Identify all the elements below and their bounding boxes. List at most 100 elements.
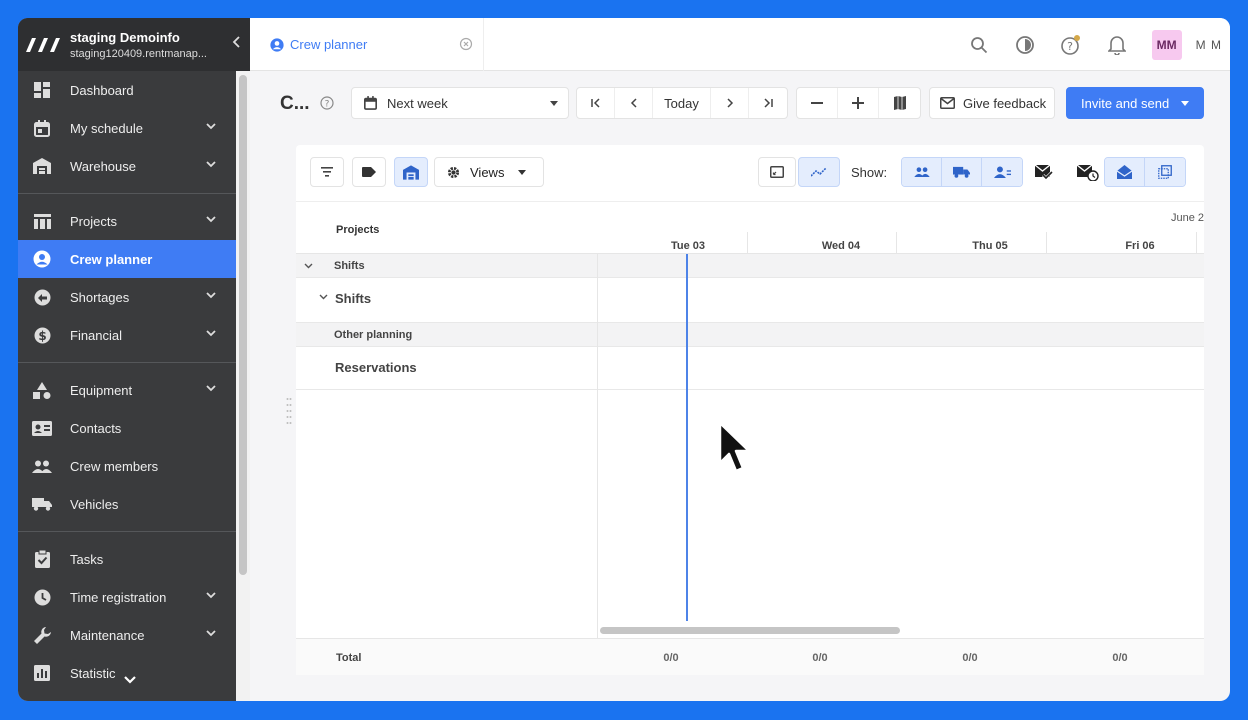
filter-button[interactable] [310,157,344,187]
overlay-toggle[interactable] [1145,158,1185,186]
shortages-icon [32,287,52,307]
sidebar-nav: Dashboard My schedule Warehouse Projects… [18,71,236,692]
give-feedback-label: Give feedback [963,95,1047,111]
show-toggle-group [901,157,1023,187]
group-row-shifts[interactable]: Shifts [296,254,1204,278]
open-mail-toggle[interactable] [1105,158,1145,186]
bell-icon[interactable] [1106,34,1128,56]
scroll-more-chevron-icon[interactable] [122,673,142,693]
invite-and-send-button[interactable]: Invite and send [1066,87,1204,119]
mail-clock-icon[interactable] [1077,163,1099,181]
show-vehicles-toggle[interactable] [942,158,982,186]
warehouse-icon [32,156,52,176]
layers-icon [1158,165,1172,179]
sidebar-item-label: Tasks [70,551,104,567]
warehouse-view-button[interactable] [394,157,428,187]
collapse-sidebar-icon[interactable] [232,35,242,51]
clipboard-check-icon [32,549,52,569]
sidebar-item-crew-members[interactable]: Crew members [18,447,236,485]
sidebar-divider [18,362,236,363]
search-icon[interactable] [968,34,990,56]
organization-name: staging Demoinfo [70,29,180,45]
fit-screen-button[interactable] [758,157,796,187]
show-crew-toggle[interactable] [902,158,942,186]
horizontal-scrollbar-thumb[interactable] [600,627,900,634]
sidebar-item-dashboard[interactable]: Dashboard [18,71,236,109]
organization-info[interactable]: staging Demoinfo staging120409.rentmanap… [70,30,207,60]
user-name[interactable]: M M [1196,38,1222,52]
column-splitter[interactable] [597,254,598,675]
sidebar-item-label: Crew planner [70,251,153,267]
sidebar-item-shortages[interactable]: Shortages [18,278,236,316]
user-circle-icon [270,37,284,52]
first-page-button[interactable] [577,88,615,118]
theme-toggle-icon[interactable] [1014,34,1036,56]
show-contacts-toggle[interactable] [982,158,1022,186]
mail-check-icon[interactable] [1034,163,1054,181]
map-button[interactable] [879,88,920,118]
date-navigation: Today [576,87,788,119]
gear-icon [447,166,460,178]
chevron-down-icon[interactable] [304,263,313,269]
sidebar-item-tasks[interactable]: Tasks [18,540,236,578]
week-selector-label: Next week [387,95,448,111]
sidebar-item-label: Maintenance [70,627,145,643]
next-button[interactable] [711,88,749,118]
bar-chart-icon [32,663,52,683]
last-page-button[interactable] [749,88,787,118]
chevron-down-icon [206,630,216,637]
avatar[interactable]: MM [1151,29,1182,60]
trend-icon [811,167,827,177]
help-circle-icon[interactable]: ? [320,96,334,110]
sidebar-divider [18,531,236,532]
truck-icon [32,494,52,514]
views-dropdown[interactable]: Views [434,157,544,187]
day-divider [747,232,748,254]
plus-icon [852,97,864,109]
today-button[interactable]: Today [653,88,711,118]
sidebar-item-my-schedule[interactable]: My schedule [18,109,236,147]
total-value: 0/0 [1112,652,1128,664]
page-title: C... [280,93,310,114]
zoom-in-button[interactable] [838,88,879,118]
mail-open-icon [1117,165,1132,179]
svg-text:?: ? [1067,40,1073,53]
sidebar-item-crew-planner[interactable]: Crew planner [18,240,236,278]
give-feedback-button[interactable]: Give feedback [929,87,1055,119]
sidebar-scrollbar-thumb[interactable] [239,75,247,575]
resize-handle-icon[interactable] [286,396,292,426]
people-icon [913,167,930,177]
chevron-left-icon [630,98,637,108]
projects-column-header: Projects [336,224,380,236]
top-bar: Crew planner ? MM M M [250,18,1230,71]
sidebar-item-warehouse[interactable]: Warehouse [18,147,236,185]
dashboard-icon [32,80,52,100]
sidebar-scrollbar[interactable] [236,71,250,701]
sidebar-item-equipment[interactable]: Equipment [18,371,236,409]
total-value: 0/0 [663,652,679,664]
trend-button[interactable] [798,157,840,187]
sidebar-item-contacts[interactable]: Contacts [18,409,236,447]
group-row-other-planning[interactable]: Other planning [296,323,1204,347]
row-shifts[interactable]: Shifts [296,278,1204,323]
first-page-icon [590,98,600,108]
row-reservations[interactable]: Reservations [296,347,1204,390]
close-tab-icon[interactable] [459,37,473,51]
sidebar-item-maintenance[interactable]: Maintenance [18,616,236,654]
sidebar-item-projects[interactable]: Projects [18,202,236,240]
previous-button[interactable] [615,88,653,118]
sidebar-item-time-registration[interactable]: Time registration [18,578,236,616]
help-icon[interactable]: ? [1060,34,1082,56]
caret-down-icon[interactable] [1181,101,1189,106]
week-selector[interactable]: Next week [351,87,569,119]
sidebar-item-financial[interactable]: $ Financial [18,316,236,354]
caret-down-icon [550,101,558,106]
chevron-down-icon [206,161,216,168]
zoom-out-button[interactable] [797,88,838,118]
sidebar-item-vehicles[interactable]: Vehicles [18,485,236,523]
chevron-down-icon[interactable] [319,294,328,300]
minus-icon [811,102,823,104]
sidebar-divider [18,193,236,194]
tag-button[interactable] [352,157,386,187]
tab-crew-planner[interactable]: Crew planner [250,18,484,71]
